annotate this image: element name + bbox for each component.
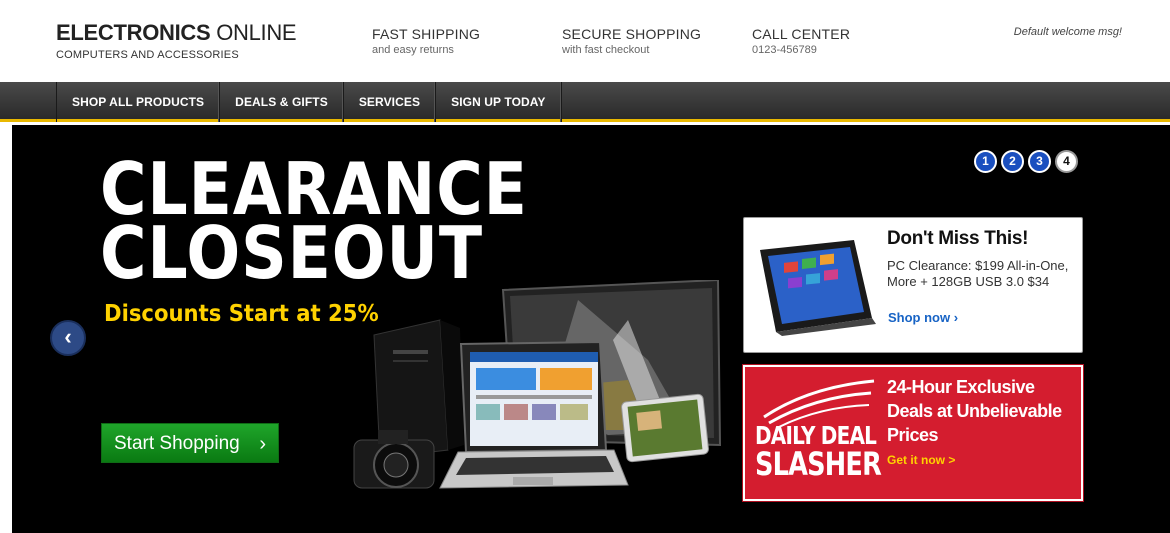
start-shopping-label: Start Shopping xyxy=(114,433,240,454)
feature-call-center: CALL CENTER 0123-456789 xyxy=(752,26,850,56)
pager-dot-4[interactable]: 4 xyxy=(1055,150,1078,173)
feature-secure: SECURE SHOPPING with fast checkout xyxy=(562,26,701,56)
feature-title: SECURE SHOPPING xyxy=(562,26,702,42)
hero-title: CLEARANCE CLOSEOUT xyxy=(100,153,528,295)
feature-subtitle: 0123-456789 xyxy=(752,44,817,56)
nav-services[interactable]: SERVICES xyxy=(344,82,437,122)
feature-shipping: FAST SHIPPING and easy returns xyxy=(372,26,480,56)
promo-description: PC Clearance: $199 All-in-One, More + 12… xyxy=(887,258,1069,289)
feature-subtitle: with fast checkout xyxy=(562,44,650,56)
hero-subtitle: Discounts Start at 25% xyxy=(104,301,379,327)
slasher-line2: SLASHER xyxy=(755,445,882,483)
hero-title-line2: CLOSEOUT xyxy=(100,211,483,295)
shop-now-link[interactable]: Shop now › xyxy=(888,310,958,325)
feature-title: FAST SHIPPING xyxy=(372,26,481,42)
all-in-one-pc-image xyxy=(760,240,876,336)
pager-dot-1[interactable]: 1 xyxy=(974,150,997,173)
claw-marks-icon xyxy=(763,379,875,427)
pager-dot-2[interactable]: 2 xyxy=(1001,150,1024,173)
get-it-now-link[interactable]: Get it now > xyxy=(887,453,955,467)
start-shopping-button[interactable]: Start Shopping › xyxy=(101,423,279,463)
promo-title: 24-Hour Exclusive Deals at Unbelievable … xyxy=(887,377,1062,445)
logo-tagline: COMPUTERS AND ACCESSORIES xyxy=(56,49,239,61)
feature-title: CALL CENTER xyxy=(752,26,851,42)
promo-card-pc-clearance[interactable]: Don't Miss This! PC Clearance: $199 All-… xyxy=(743,217,1083,353)
nav-sign-up-today[interactable]: SIGN UP TODAY xyxy=(436,82,562,122)
logo-bold: ELECTRONICS xyxy=(56,20,211,45)
pager-dot-3[interactable]: 3 xyxy=(1028,150,1051,173)
slider-pager: 1 2 3 4 xyxy=(974,150,1078,173)
main-navigation: SHOP ALL PRODUCTS DEALS & GIFTS SERVICES… xyxy=(0,82,1170,122)
promo-title: Don't Miss This! xyxy=(887,228,1029,249)
site-logo[interactable]: ELECTRONICS ONLINE COMPUTERS AND ACCESSO… xyxy=(56,20,297,61)
welcome-message: Default welcome msg! xyxy=(1013,26,1122,38)
nav-shop-all-products[interactable]: SHOP ALL PRODUCTS xyxy=(57,82,221,122)
nav-deals-gifts[interactable]: DEALS & GIFTS xyxy=(220,82,344,122)
logo-light: ONLINE xyxy=(216,20,297,45)
promo-card-daily-deal[interactable]: DAILY DEAL SLASHER 24-Hour Exclusive Dea… xyxy=(743,365,1083,501)
slider-prev-button[interactable]: ‹ xyxy=(50,320,86,356)
chevron-right-icon: › xyxy=(259,433,266,455)
site-header: ELECTRONICS ONLINE COMPUTERS AND ACCESSO… xyxy=(0,0,1170,82)
hero-slider[interactable]: CLEARANCE CLOSEOUT Discounts Start at 25… xyxy=(12,125,1170,533)
products-illustration xyxy=(353,280,722,489)
chevron-left-icon: ‹ xyxy=(64,324,72,349)
feature-subtitle: and easy returns xyxy=(372,44,454,56)
logo-wordmark: ELECTRONICS ONLINE xyxy=(56,20,297,46)
